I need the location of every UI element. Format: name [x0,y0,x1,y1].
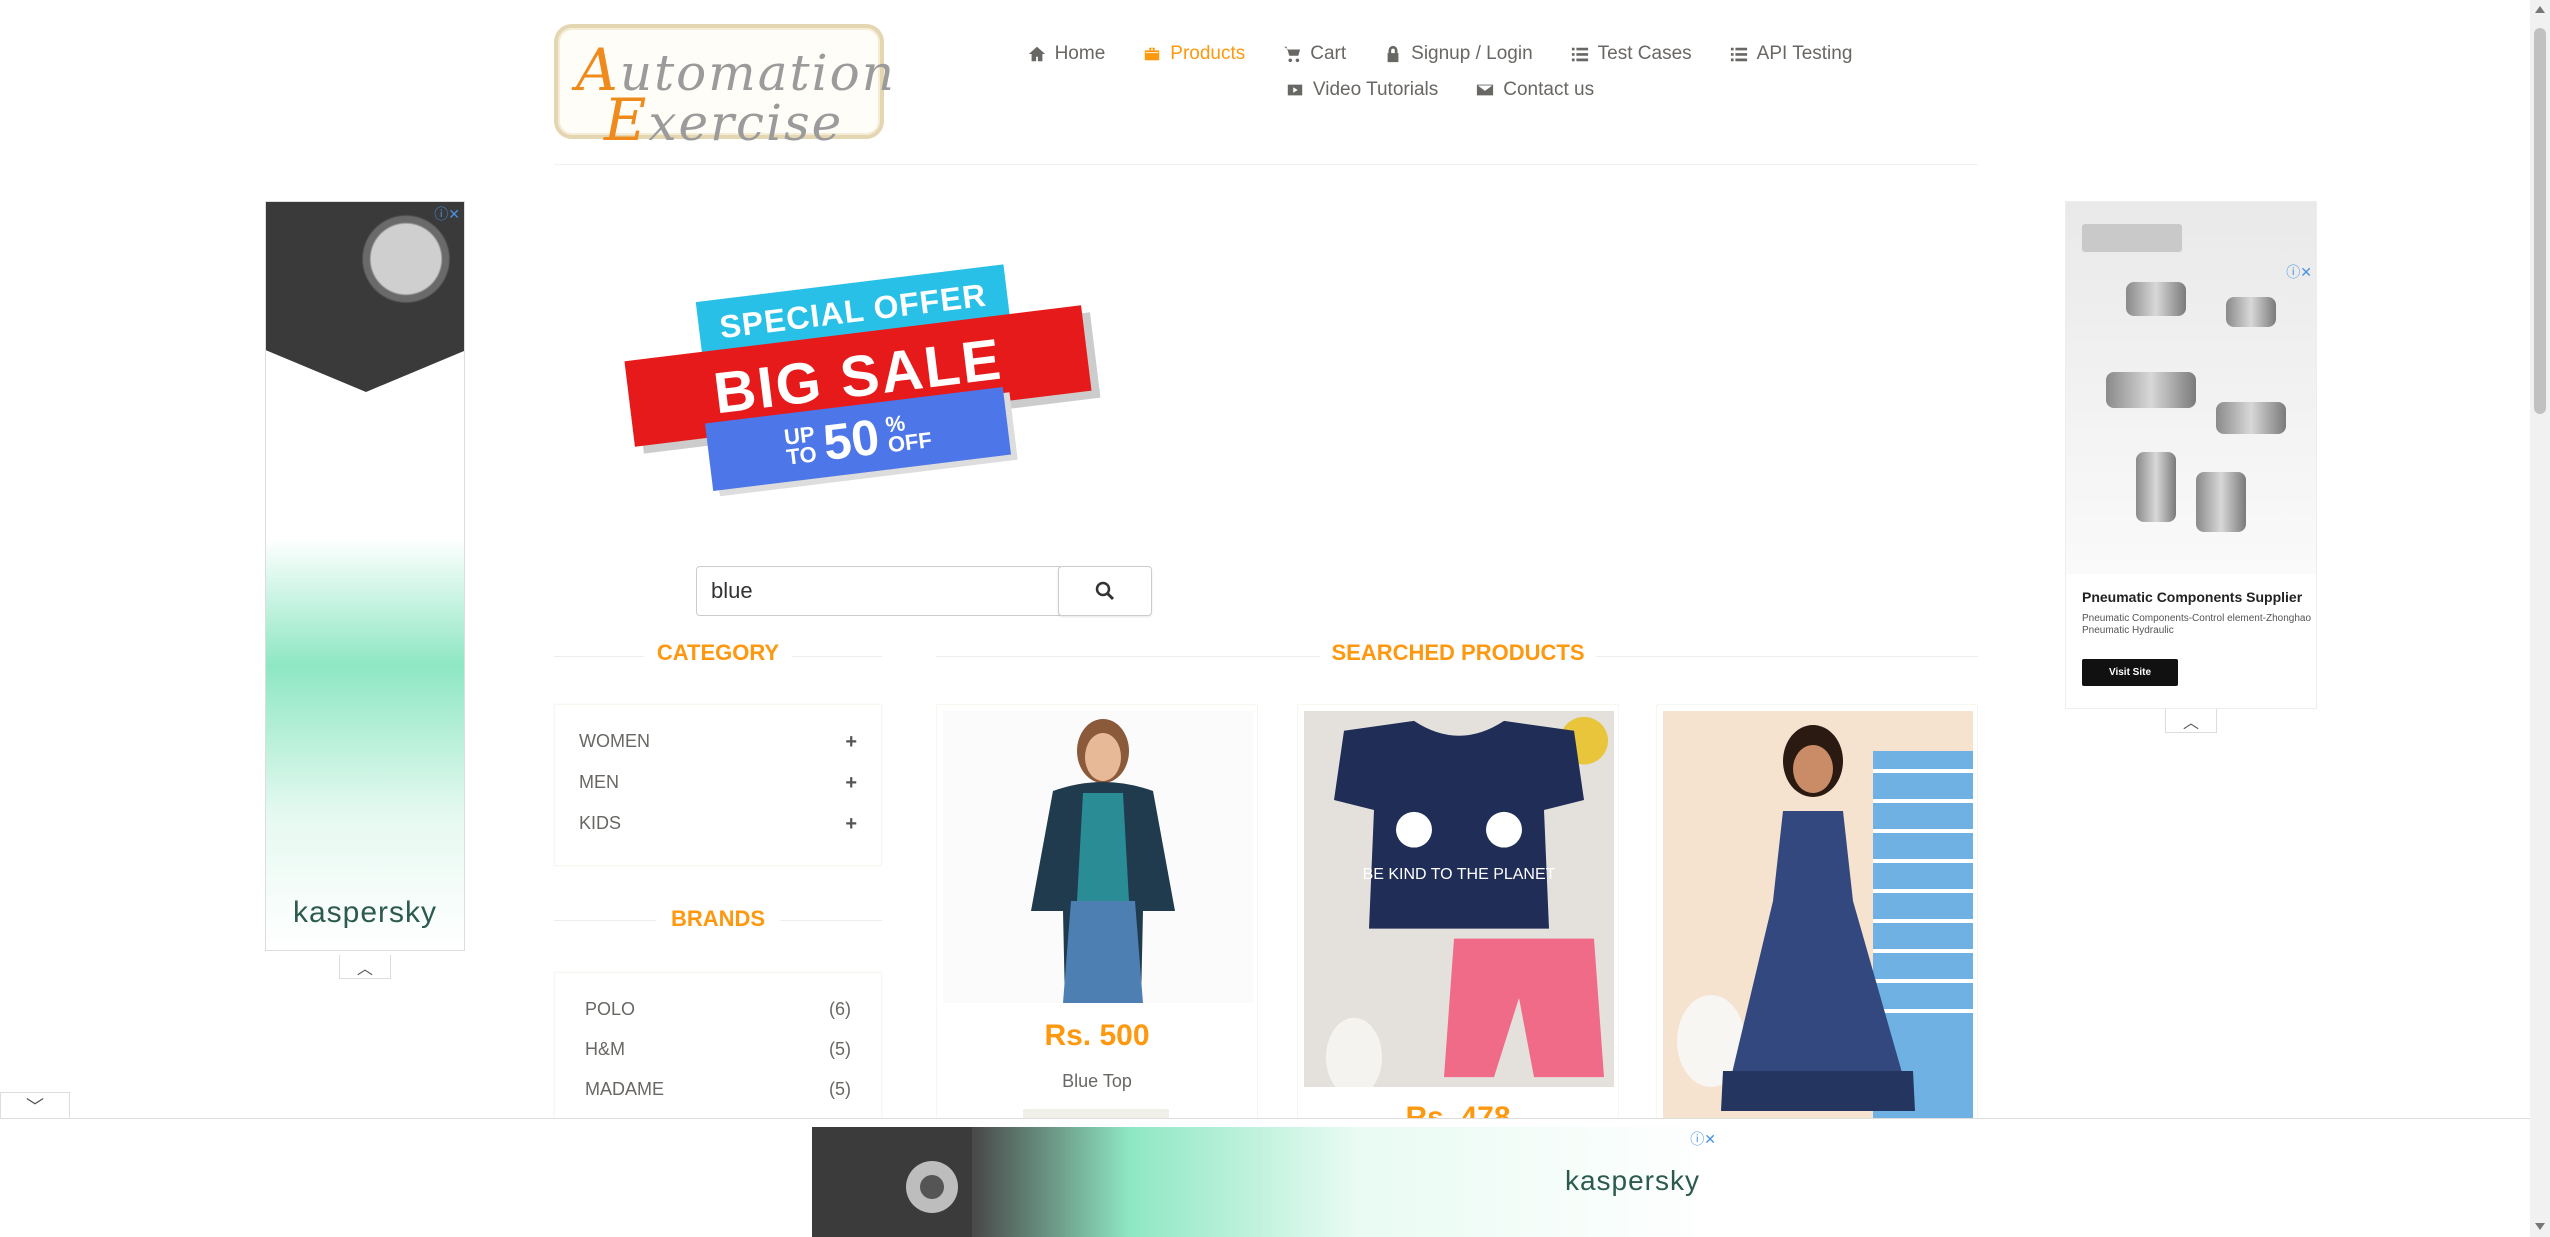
nav-home[interactable]: Home [1028,43,1105,65]
ad-close-icon[interactable]: ⓘ✕ [1690,1129,1716,1149]
ad-close-icon[interactable]: ⓘ✕ [434,204,460,224]
right-ad-title: Pneumatic Components Supplier [2082,589,2303,605]
brand-polo[interactable]: POLO (6) [585,999,851,1020]
site-logo[interactable]: Automation Exercise [554,24,894,154]
plus-icon: + [845,772,857,794]
list-icon [1730,47,1747,62]
lock-icon [1387,45,1399,63]
category-women[interactable]: WOMEN + [579,731,857,754]
home-icon [1028,46,1045,62]
plus-icon: + [845,813,857,835]
ad-close-icon[interactable]: ⓘ✕ [2286,262,2312,282]
ad-door-lock-image [266,202,464,392]
logo-line-2: Exercise [604,86,844,154]
product-image: BE KIND TO THE PLANET [1304,711,1614,1087]
ad-valves-image [2066,202,2316,574]
nav-api-testing[interactable]: API Testing [1730,43,1852,65]
category-panel: WOMEN + MEN + KIDS + [554,704,882,866]
youtube-icon [1287,84,1303,96]
product-image [1663,711,1973,1119]
brands-heading: BRANDS [656,906,780,932]
product-card: BE KIND TO THE PLANET Rs. 478 [1297,704,1619,1120]
right-ad[interactable]: ⓘ✕ Pneumatic Components Supplier Pneumat… [2065,201,2317,709]
nav-test-cases[interactable]: Test Cases [1571,43,1692,65]
list-icon [1571,47,1588,62]
brand-hm[interactable]: H&M (5) [585,1039,851,1060]
category-kids[interactable]: KIDS + [579,813,857,836]
searched-products-heading: SEARCHED PRODUCTS [1320,640,1596,666]
product-card [1656,704,1978,1120]
cart-icon [1284,46,1301,63]
ad-door-lock-image [812,1127,972,1237]
briefcase-icon [1145,47,1160,61]
main-nav: Home Products Cart Signup / Login Test C… [1000,36,1880,108]
visit-site-button[interactable]: Visit Site [2082,659,2178,686]
product-price: Rs. 500 [1044,1019,1150,1052]
category-heading: CATEGORY [644,640,792,666]
ad-label-tag [2082,224,2182,252]
plus-icon: + [845,731,857,753]
left-ad[interactable]: kaspersky ⓘ✕ [265,201,465,951]
nav-cart[interactable]: Cart [1283,43,1346,65]
search-icon [1095,581,1115,601]
envelope-icon [1477,84,1494,96]
scroll-down-arrow[interactable] [2535,1223,2545,1230]
brand-madame[interactable]: MADAME (5) [585,1079,851,1100]
header-divider [554,164,1978,165]
brands-panel: POLO (6) H&M (5) MADAME (5) [554,972,882,1132]
sale-banner: SPECIAL OFFER BIG SALE UP TO 50 % OFF [620,264,1110,492]
category-men[interactable]: MEN + [579,772,857,795]
right-ad-collapse-button[interactable]: ︿ [2165,709,2217,733]
nav-contact-us[interactable]: Contact us [1476,79,1594,101]
nav-video-tutorials[interactable]: Video Tutorials [1286,79,1438,101]
product-name: Blue Top [1062,1071,1132,1091]
product-image [943,711,1253,1003]
left-ad-brand: kaspersky [292,896,438,929]
page-scrollbar[interactable] [2530,0,2550,1237]
bottom-ad-collapse-button[interactable]: ﹀ [0,1092,70,1119]
scroll-up-arrow[interactable] [2535,6,2545,13]
search-button[interactable] [1058,566,1152,616]
nav-products[interactable]: Products [1143,43,1245,65]
product-card: Rs. 500 Blue Top [936,704,1258,1120]
left-ad-collapse-button[interactable]: ︿ [339,955,391,979]
nav-signup-login[interactable]: Signup / Login [1384,43,1533,65]
search-input[interactable]: blue [696,566,1060,616]
svg-text:BE KIND TO THE PLANET: BE KIND TO THE PLANET [1363,866,1556,883]
bottom-ad[interactable]: kaspersky ⓘ✕ [812,1127,1720,1237]
right-ad-description: Pneumatic Components-Control element-Zho… [2082,613,2312,636]
bottom-ad-brand: kaspersky [1564,1165,1700,1196]
scrollbar-thumb[interactable] [2534,28,2546,414]
